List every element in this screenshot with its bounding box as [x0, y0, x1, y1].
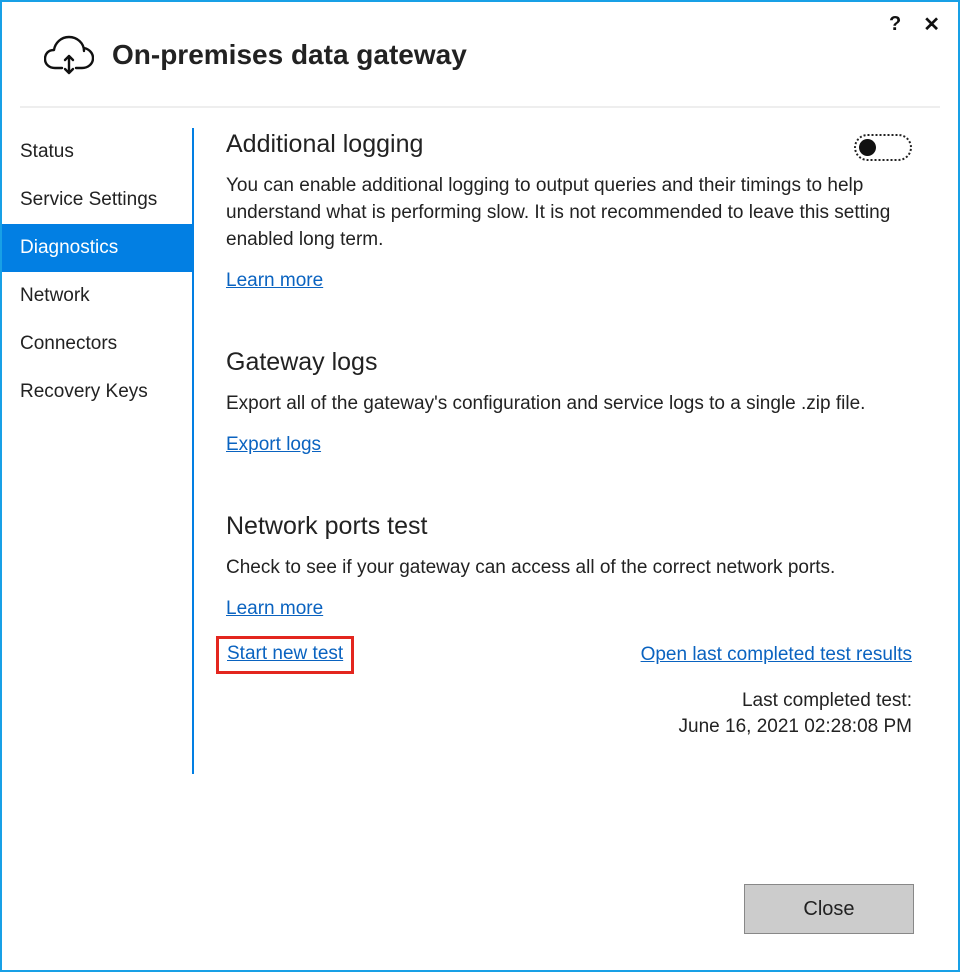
gateway-logs-description: Export all of the gateway's configuratio…	[226, 391, 912, 418]
ports-learn-more-link[interactable]: Learn more	[226, 598, 323, 619]
section-title-gateway-logs: Gateway logs	[226, 348, 912, 377]
last-completed-value: June 16, 2021 02:28:08 PM	[226, 714, 912, 741]
app-window: ? ✕ On-premises data gateway Status Serv…	[0, 0, 960, 972]
titlebar: ? ✕	[889, 12, 940, 37]
sidebar-item-service-settings[interactable]: Service Settings	[2, 176, 192, 224]
section-additional-logging: Additional logging You can enable additi…	[226, 130, 912, 292]
header: On-premises data gateway	[2, 2, 958, 106]
sidebar-item-status[interactable]: Status	[2, 128, 192, 176]
start-new-test-highlight: Start new test	[216, 636, 354, 674]
content: Additional logging You can enable additi…	[194, 116, 958, 884]
sidebar-item-recovery-keys[interactable]: Recovery Keys	[2, 368, 192, 416]
last-completed-info: Last completed test: June 16, 2021 02:28…	[226, 688, 912, 741]
help-icon[interactable]: ?	[889, 13, 901, 36]
close-icon[interactable]: ✕	[923, 12, 940, 37]
start-new-test-link[interactable]: Start new test	[227, 643, 343, 664]
additional-logging-toggle[interactable]	[854, 134, 912, 161]
sidebar-item-connectors[interactable]: Connectors	[2, 320, 192, 368]
cloud-gateway-icon	[44, 34, 94, 76]
open-last-results-link[interactable]: Open last completed test results	[641, 644, 912, 666]
sidebar-item-network[interactable]: Network	[2, 272, 192, 320]
close-button[interactable]: Close	[744, 884, 914, 934]
logging-description: You can enable additional logging to out…	[226, 173, 912, 254]
sidebar-item-diagnostics[interactable]: Diagnostics	[2, 224, 192, 272]
section-title-ports: Network ports test	[226, 512, 912, 541]
last-completed-label: Last completed test:	[226, 688, 912, 715]
ports-description: Check to see if your gateway can access …	[226, 555, 912, 582]
section-gateway-logs: Gateway logs Export all of the gateway's…	[226, 348, 912, 456]
body: Status Service Settings Diagnostics Netw…	[2, 108, 958, 884]
sidebar: Status Service Settings Diagnostics Netw…	[2, 116, 192, 884]
logging-learn-more-link[interactable]: Learn more	[226, 270, 323, 291]
section-title-logging: Additional logging	[226, 130, 423, 159]
footer: Close	[2, 884, 958, 970]
section-network-ports-test: Network ports test Check to see if your …	[226, 512, 912, 741]
page-title: On-premises data gateway	[112, 39, 467, 71]
export-logs-link[interactable]: Export logs	[226, 434, 321, 455]
